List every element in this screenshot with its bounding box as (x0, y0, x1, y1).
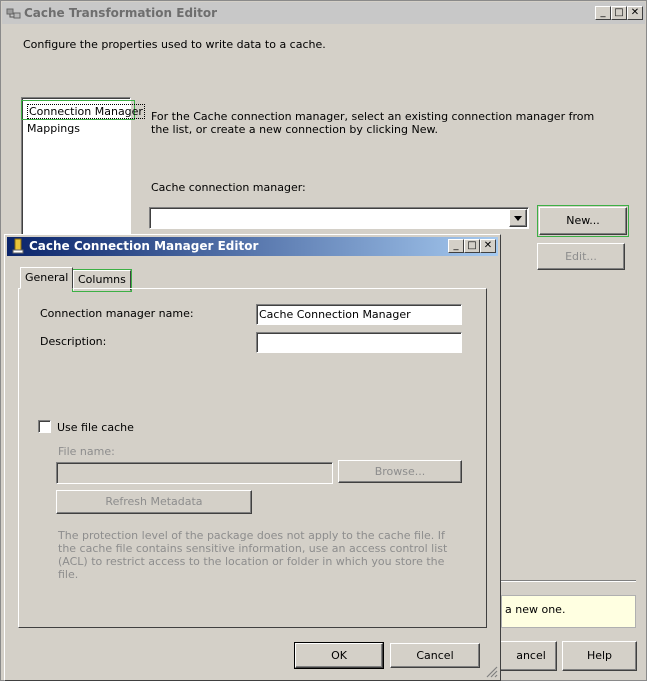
outer-window-title: Cache Transformation Editor (24, 6, 218, 20)
file-name-input[interactable] (56, 462, 333, 484)
new-button[interactable]: New... (537, 205, 629, 237)
cache-connection-manager-editor-dialog: Cache Connection Manager Editor _ □ ✕ Ge… (4, 234, 501, 681)
inner-window-title: Cache Connection Manager Editor (29, 239, 259, 253)
connection-manager-name-input[interactable]: Cache Connection Manager (256, 304, 462, 325)
chevron-down-icon (514, 216, 522, 221)
name-label: Connection manager name: (40, 307, 194, 320)
outer-title-bar[interactable]: Cache Transformation Editor _ □ ✕ (2, 2, 645, 24)
cache-connection-icon (12, 238, 24, 254)
connection-label: Cache connection manager: (151, 181, 306, 194)
nav-item-label: Connection Manager (27, 104, 145, 119)
use-file-cache-label[interactable]: Use file cache (57, 421, 134, 434)
inner-close-button[interactable]: ✕ (480, 239, 496, 253)
transformation-icon (6, 8, 21, 19)
tab-general-label: General (25, 271, 69, 284)
instructions-text: For the Cache connection manager, select… (151, 110, 595, 136)
use-file-cache-checkbox[interactable] (38, 420, 51, 433)
nav-list: Connection Manager Mappings (21, 97, 145, 242)
edit-button[interactable]: Edit... (537, 243, 625, 270)
description-input[interactable] (256, 332, 462, 353)
nav-item-connection-manager[interactable]: Connection Manager (21, 100, 145, 120)
outer-maximize-button[interactable]: □ (611, 6, 627, 20)
message-text: a new one. (505, 603, 566, 616)
description-label: Description: (40, 335, 107, 348)
combobox-dropdown-button[interactable] (509, 209, 527, 227)
file-name-label: File name: (58, 445, 115, 458)
protection-note: The protection level of the package does… (58, 529, 448, 581)
name-input-value: Cache Connection Manager (259, 308, 411, 321)
connection-manager-combobox[interactable] (149, 207, 529, 229)
help-button[interactable]: Help (562, 641, 637, 671)
nav-item-mappings[interactable]: Mappings (27, 122, 80, 135)
browse-button[interactable]: Browse... (338, 460, 462, 483)
tab-columns-label: Columns (78, 273, 126, 286)
inner-cancel-button[interactable]: Cancel (390, 643, 480, 668)
message-area: a new one. (501, 595, 636, 628)
outer-description: Configure the properties used to write d… (23, 38, 326, 51)
resize-grip-icon[interactable] (485, 665, 498, 678)
outer-close-button[interactable]: ✕ (627, 6, 643, 20)
tab-general[interactable]: General (20, 267, 74, 289)
outer-minimize-button[interactable]: _ (595, 6, 611, 20)
separator-line (501, 580, 636, 582)
ok-button[interactable]: OK (294, 642, 384, 669)
outer-cancel-label: ancel (516, 649, 546, 662)
inner-minimize-button[interactable]: _ (448, 239, 464, 253)
inner-title-bar[interactable]: Cache Connection Manager Editor _ □ ✕ (7, 237, 498, 256)
inner-maximize-button[interactable]: □ (464, 239, 480, 253)
refresh-metadata-button[interactable]: Refresh Metadata (56, 490, 252, 514)
